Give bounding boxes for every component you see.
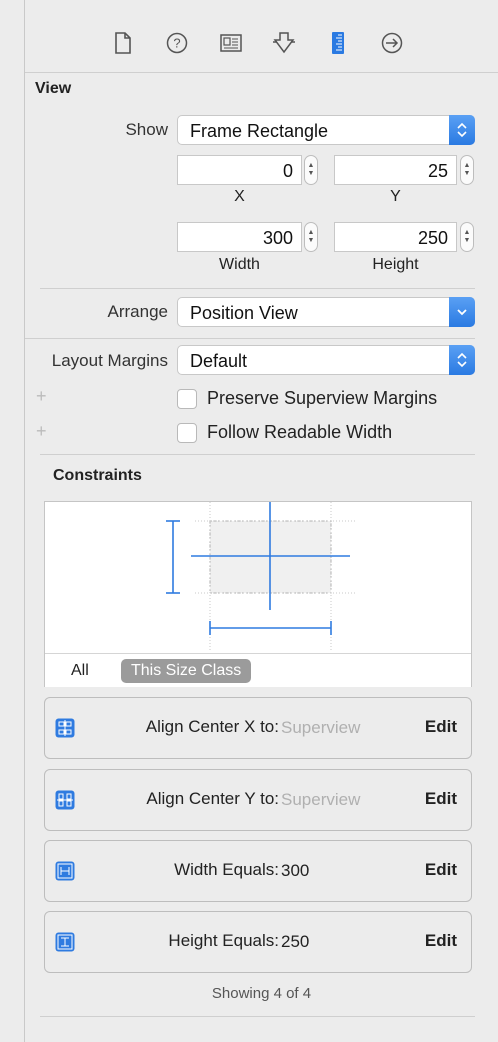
constraint-value: Superview [281,718,361,737]
show-popup[interactable]: Frame Rectangle [177,115,475,145]
chevron-down-icon [449,297,475,327]
height-constraint-icon [55,932,75,952]
edit-button[interactable]: Edit [425,789,457,809]
align-center-x-icon [55,718,75,738]
constraint-visual-icon [166,502,355,652]
constraints-section-title: Constraints [53,467,142,484]
arrange-divider [25,338,475,339]
arrange-popup[interactable]: Position View [177,297,475,327]
layout-margins-popup-value: Default [190,351,248,371]
constraint-attribute: Height Equals: [168,931,279,950]
follow-readable-width-checkbox[interactable] [177,423,197,443]
constraint-value: 300 [281,861,310,880]
height-field[interactable]: 250 [334,222,457,252]
identity-inspector-icon[interactable] [218,30,244,56]
width-stepper[interactable]: ▲ ▼ [304,222,318,252]
edit-button[interactable]: Edit [425,860,457,880]
view-section-title: View [35,80,72,97]
add-variation-plus-icon[interactable]: + [36,386,47,407]
inspector-toolbar: ? [25,0,498,73]
svg-text:?: ? [173,36,180,51]
preserve-superview-margins-label: Preserve Superview Margins [207,388,438,408]
constraints-count: Showing 4 of 4 [211,985,312,1002]
add-variation-plus-icon[interactable]: + [36,421,47,442]
popup-updown-icon [449,115,475,145]
arrange-popup-value: Position View [190,303,298,323]
popup-updown-icon [449,345,475,375]
width-constraint-icon [55,861,75,881]
constraint-card[interactable]: Width Equals: 300 Edit [44,840,472,902]
width-field[interactable]: 300 [177,222,302,252]
tab-this-size-class[interactable]: This Size Class [121,659,252,683]
size-inspector-icon[interactable] [325,30,351,56]
constraint-card[interactable]: Height Equals: 250 Edit [44,911,472,973]
y-field[interactable]: 25 [334,155,457,185]
x-label: X [234,188,245,205]
attributes-inspector-icon[interactable] [271,30,297,56]
x-field[interactable]: 0 [177,155,302,185]
width-label: Width [219,256,260,273]
layout-margins-label: Layout Margins [51,351,168,370]
file-inspector-icon[interactable] [110,30,136,56]
height-stepper[interactable]: ▲ ▼ [460,222,474,252]
constraint-attribute: Align Center Y to: [146,789,279,808]
x-stepper[interactable]: ▲ ▼ [304,155,318,185]
y-stepper[interactable]: ▲ ▼ [460,155,474,185]
constraint-attribute: Align Center X to: [145,717,279,736]
constraint-attribute: Width Equals: [174,860,279,879]
y-label: Y [390,188,401,205]
edit-button[interactable]: Edit [425,931,457,951]
size-class-tabs: All This Size Class [45,653,471,687]
constraint-value: Superview [281,790,361,809]
constraint-card[interactable]: Align Center Y to: Superview Edit [44,769,472,831]
edit-button[interactable]: Edit [425,717,457,737]
margins-divider [40,454,475,455]
height-label: Height [372,256,419,273]
constraints-diagram: All This Size Class [44,501,472,687]
connections-inspector-icon[interactable] [379,30,405,56]
constraint-card[interactable]: Align Center X to: Superview Edit [44,697,472,759]
arrange-label: Arrange [107,302,168,321]
size-inspector-panel: ? View Show Frame Rectangle 0 ▲ ▼ 25 ▲ ▼ X… [25,0,498,1042]
constraint-value: 250 [281,932,310,951]
align-center-y-icon [55,790,75,810]
view-divider [40,288,475,289]
show-popup-value: Frame Rectangle [190,121,329,141]
footer-divider [40,1016,475,1017]
follow-readable-width-label: Follow Readable Width [207,422,393,442]
tab-all[interactable]: All [71,662,89,680]
show-label: Show [125,120,168,139]
layout-margins-popup[interactable]: Default [177,345,475,375]
preserve-superview-margins-checkbox[interactable] [177,389,197,409]
help-icon[interactable]: ? [164,30,190,56]
